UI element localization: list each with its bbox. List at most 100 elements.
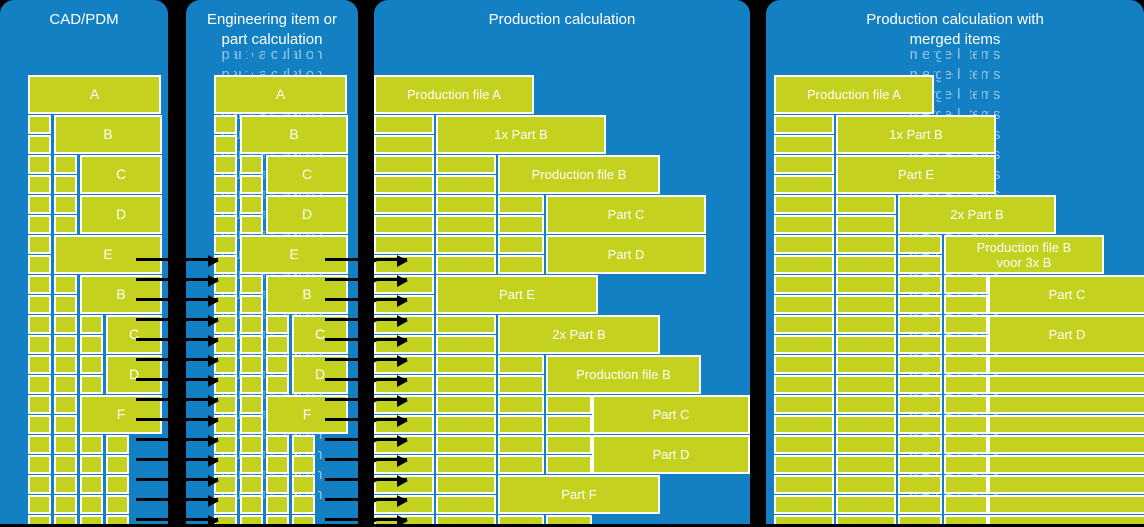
stair-tile (80, 335, 103, 354)
merged-tile (944, 375, 988, 394)
merged-tile (774, 255, 834, 274)
stair-tile (240, 375, 263, 394)
prod-tile (436, 175, 496, 194)
merged-tile (774, 175, 834, 194)
stair-tile (266, 335, 289, 354)
merged-tile (774, 415, 834, 434)
flow-arrow-band1 (136, 275, 219, 287)
merged-tile (774, 495, 834, 514)
stair-tile (214, 195, 237, 214)
prod-tile (498, 375, 544, 394)
stair-tile (240, 315, 263, 334)
panel-title-cad-pdm: CAD/PDM (49, 11, 119, 28)
merged-tile (898, 235, 942, 254)
merged-tile (774, 435, 834, 454)
merged-tile (898, 395, 942, 414)
stair-tile (240, 515, 263, 524)
merged-tile (774, 215, 834, 234)
stair-tile (214, 215, 237, 234)
stair-tile (240, 175, 263, 194)
panel-title-production-calculation-merged: Production calculation with merged items (866, 11, 1044, 48)
merged-tile (774, 235, 834, 254)
stair-tile (28, 155, 51, 174)
flow-arrow-band1 (136, 515, 219, 527)
stair-tile (214, 155, 237, 174)
merged-tail-tile (988, 375, 1144, 394)
prod-block: Part D (592, 435, 750, 474)
merged-tile (898, 255, 942, 274)
connector-gutter-3 (750, 0, 766, 524)
merged-tile (774, 335, 834, 354)
merged-tail-tile (988, 395, 1144, 414)
stair-tile (28, 295, 51, 314)
flow-arrow-band1 (136, 435, 219, 447)
prod-tile (436, 195, 496, 214)
stair-tile (266, 495, 289, 514)
flow-arrow-band2 (325, 375, 408, 387)
merged-tile (836, 355, 896, 374)
prod-tile (436, 395, 496, 414)
stair-block-e: E (54, 235, 162, 274)
stair-tile (54, 355, 77, 374)
stair-tile (28, 375, 51, 394)
stair-tile (80, 495, 103, 514)
prod-block: Part F (498, 475, 660, 514)
prod-tile (436, 475, 496, 494)
merged-tile (836, 395, 896, 414)
stair-tile (240, 195, 263, 214)
stair-tile (28, 435, 51, 454)
stair-tile (54, 415, 77, 434)
flow-arrow-band1 (136, 315, 219, 327)
merged-tail-tile (988, 515, 1144, 524)
merged-tile (774, 135, 834, 154)
merged-tail-tile (988, 495, 1144, 514)
flow-arrow-band2 (325, 315, 408, 327)
merged-block: Part D (988, 315, 1144, 354)
stair-block-c: C (80, 155, 162, 194)
stair-tile (80, 355, 103, 374)
merged-tile (774, 475, 834, 494)
merged-tile (836, 215, 896, 234)
prod-tile (436, 455, 496, 474)
stair-block-b: B (54, 115, 162, 154)
merged-tile (836, 235, 896, 254)
flow-arrow-band2 (325, 435, 408, 447)
prod-block: Part E (436, 275, 598, 314)
flow-arrow-band2 (325, 515, 408, 527)
merged-tile (836, 335, 896, 354)
stair-tile (80, 375, 103, 394)
prod-tile (498, 235, 544, 254)
stair-tile (240, 495, 263, 514)
merged-tile (898, 295, 942, 314)
prod-tile (498, 435, 544, 454)
merged-tile (944, 335, 988, 354)
merged-tile (836, 375, 896, 394)
stair-block-e: E (240, 235, 348, 274)
flow-arrow-band2 (325, 355, 408, 367)
prod-tile (374, 135, 434, 154)
stair-tile (106, 515, 129, 524)
merged-tile (774, 455, 834, 474)
stair-tile (240, 435, 263, 454)
stair-tile (214, 235, 237, 254)
merged-tail-tile (988, 475, 1144, 494)
merged-tile (944, 275, 988, 294)
stair-tile (240, 415, 263, 434)
stair-tile (292, 475, 315, 494)
stair-tile (266, 515, 289, 524)
stair-tile (240, 455, 263, 474)
prod-tile (436, 335, 496, 354)
merged-block: Production file A (774, 75, 934, 114)
prod-block: Part C (546, 195, 706, 234)
stair-block-d: D (80, 195, 162, 234)
flow-arrow-band1 (136, 355, 219, 367)
prod-tile (436, 235, 496, 254)
prod-tile (546, 395, 592, 414)
stair-tile (54, 175, 77, 194)
prod-block: Part C (592, 395, 750, 434)
merged-tile (774, 155, 834, 174)
stair-tile (54, 475, 77, 494)
prod-tile (436, 515, 496, 524)
stair-tile (240, 275, 263, 294)
merged-tile (898, 375, 942, 394)
